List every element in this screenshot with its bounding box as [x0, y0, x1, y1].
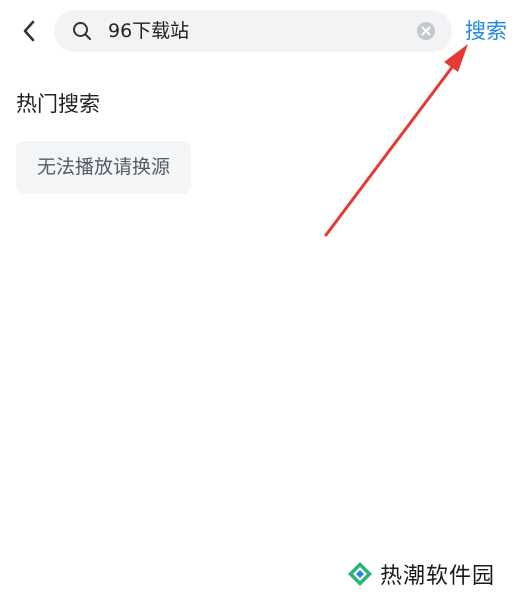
back-button[interactable] [14, 14, 44, 48]
search-button[interactable]: 搜索 [465, 14, 507, 48]
hot-search-title: 热门搜索 [16, 92, 100, 116]
chevron-left-icon [23, 20, 35, 42]
hot-search-tag[interactable]: 无法播放请换源 [16, 141, 192, 194]
search-input[interactable]: 96下载站 [108, 10, 408, 52]
search-page: 96下载站 搜索 热门搜索 无法播放请换源 热潮软件园 [0, 0, 529, 600]
watermark-text: 热潮软件园 [380, 564, 496, 589]
watermark: 热潮软件园 [346, 558, 495, 590]
search-icon [73, 22, 91, 40]
diamond-logo-icon [348, 562, 372, 586]
top-bar: 96下载站 搜索 [0, 0, 529, 66]
search-box[interactable]: 96下载站 [54, 10, 452, 52]
clear-circle-icon[interactable] [416, 21, 436, 41]
